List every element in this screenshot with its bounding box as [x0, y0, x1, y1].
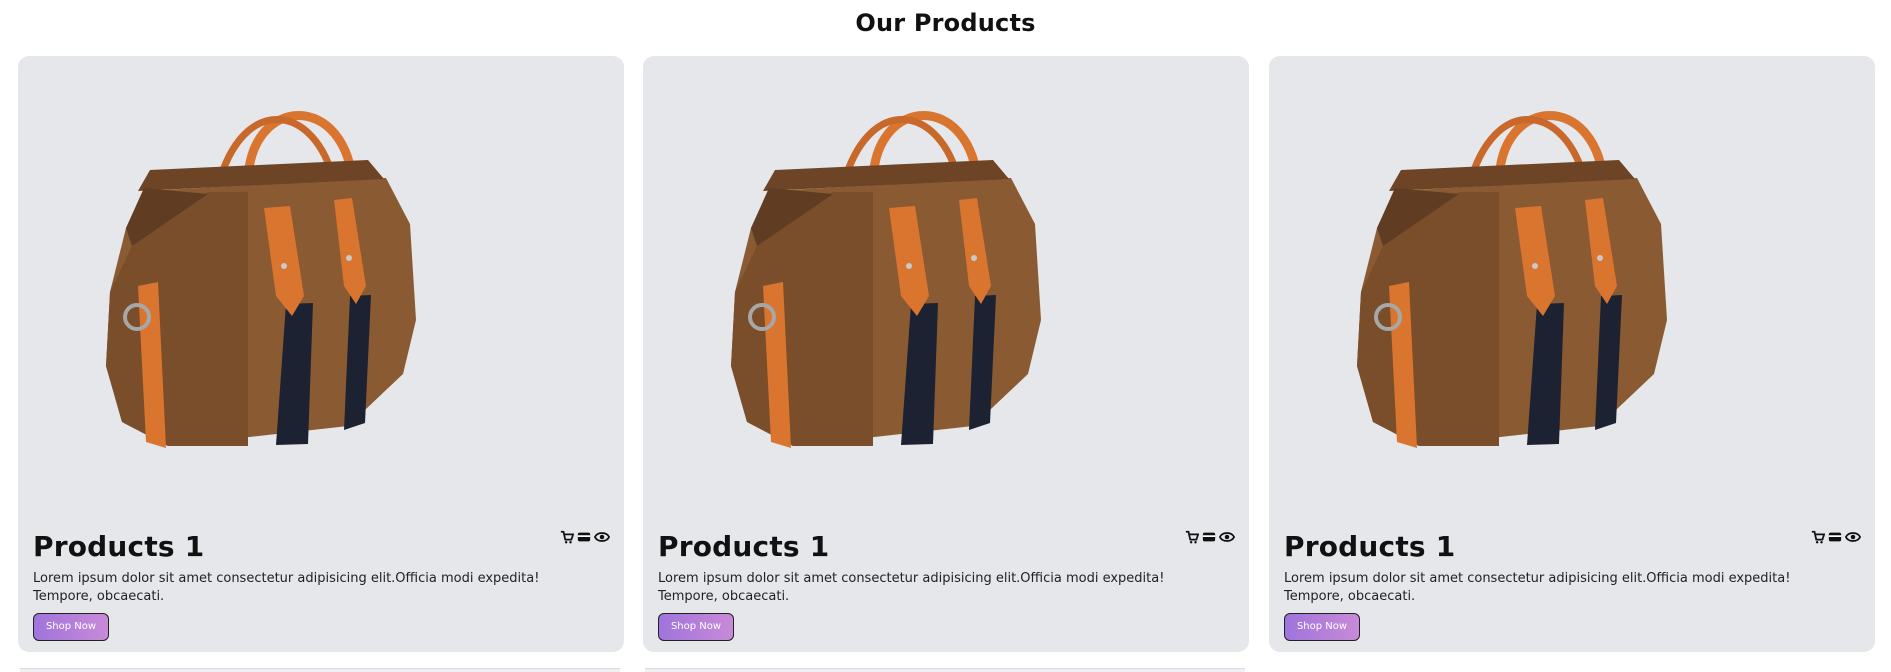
credit-card-icon[interactable]	[1202, 530, 1216, 544]
credit-card-icon[interactable]	[1828, 530, 1842, 544]
product-action-icons	[1811, 530, 1861, 544]
product-title: Products 1	[1284, 530, 1456, 563]
credit-card-icon[interactable]	[577, 530, 591, 544]
product-description: Lorem ipsum dolor sit amet consectetur a…	[1284, 571, 1791, 604]
eye-icon[interactable]	[1219, 530, 1235, 544]
product-card: Products 1 Lorem ipsum dolor sit amet co…	[1269, 56, 1875, 652]
product-image	[106, 111, 416, 448]
product-description: Lorem ipsum dolor sit amet consectetur a…	[33, 571, 540, 604]
page-title: Our Products	[855, 9, 1036, 37]
shop-now-button[interactable]: Shop Now	[658, 613, 734, 641]
product-action-icons	[1185, 530, 1235, 544]
next-row-card-edge	[645, 668, 1245, 672]
product-description: Lorem ipsum dolor sit amet consectetur a…	[658, 571, 1165, 604]
eye-icon[interactable]	[1845, 530, 1861, 544]
cart-icon[interactable]	[1185, 530, 1199, 544]
cart-icon[interactable]	[1811, 530, 1825, 544]
products-page: Our Products Products 1 Lorem ipsum dolo…	[0, 0, 1891, 672]
product-action-icons	[560, 530, 610, 544]
product-title: Products 1	[658, 530, 830, 563]
product-card: Products 1 Lorem ipsum dolor sit amet co…	[18, 56, 624, 652]
eye-icon[interactable]	[594, 530, 610, 544]
next-row-card-edge	[20, 668, 620, 672]
shop-now-button[interactable]: Shop Now	[1284, 613, 1360, 641]
product-card: Products 1 Lorem ipsum dolor sit amet co…	[643, 56, 1249, 652]
product-image	[1357, 111, 1667, 448]
product-title: Products 1	[33, 530, 205, 563]
product-image	[731, 111, 1041, 448]
cart-icon[interactable]	[560, 530, 574, 544]
shop-now-button[interactable]: Shop Now	[33, 613, 109, 641]
